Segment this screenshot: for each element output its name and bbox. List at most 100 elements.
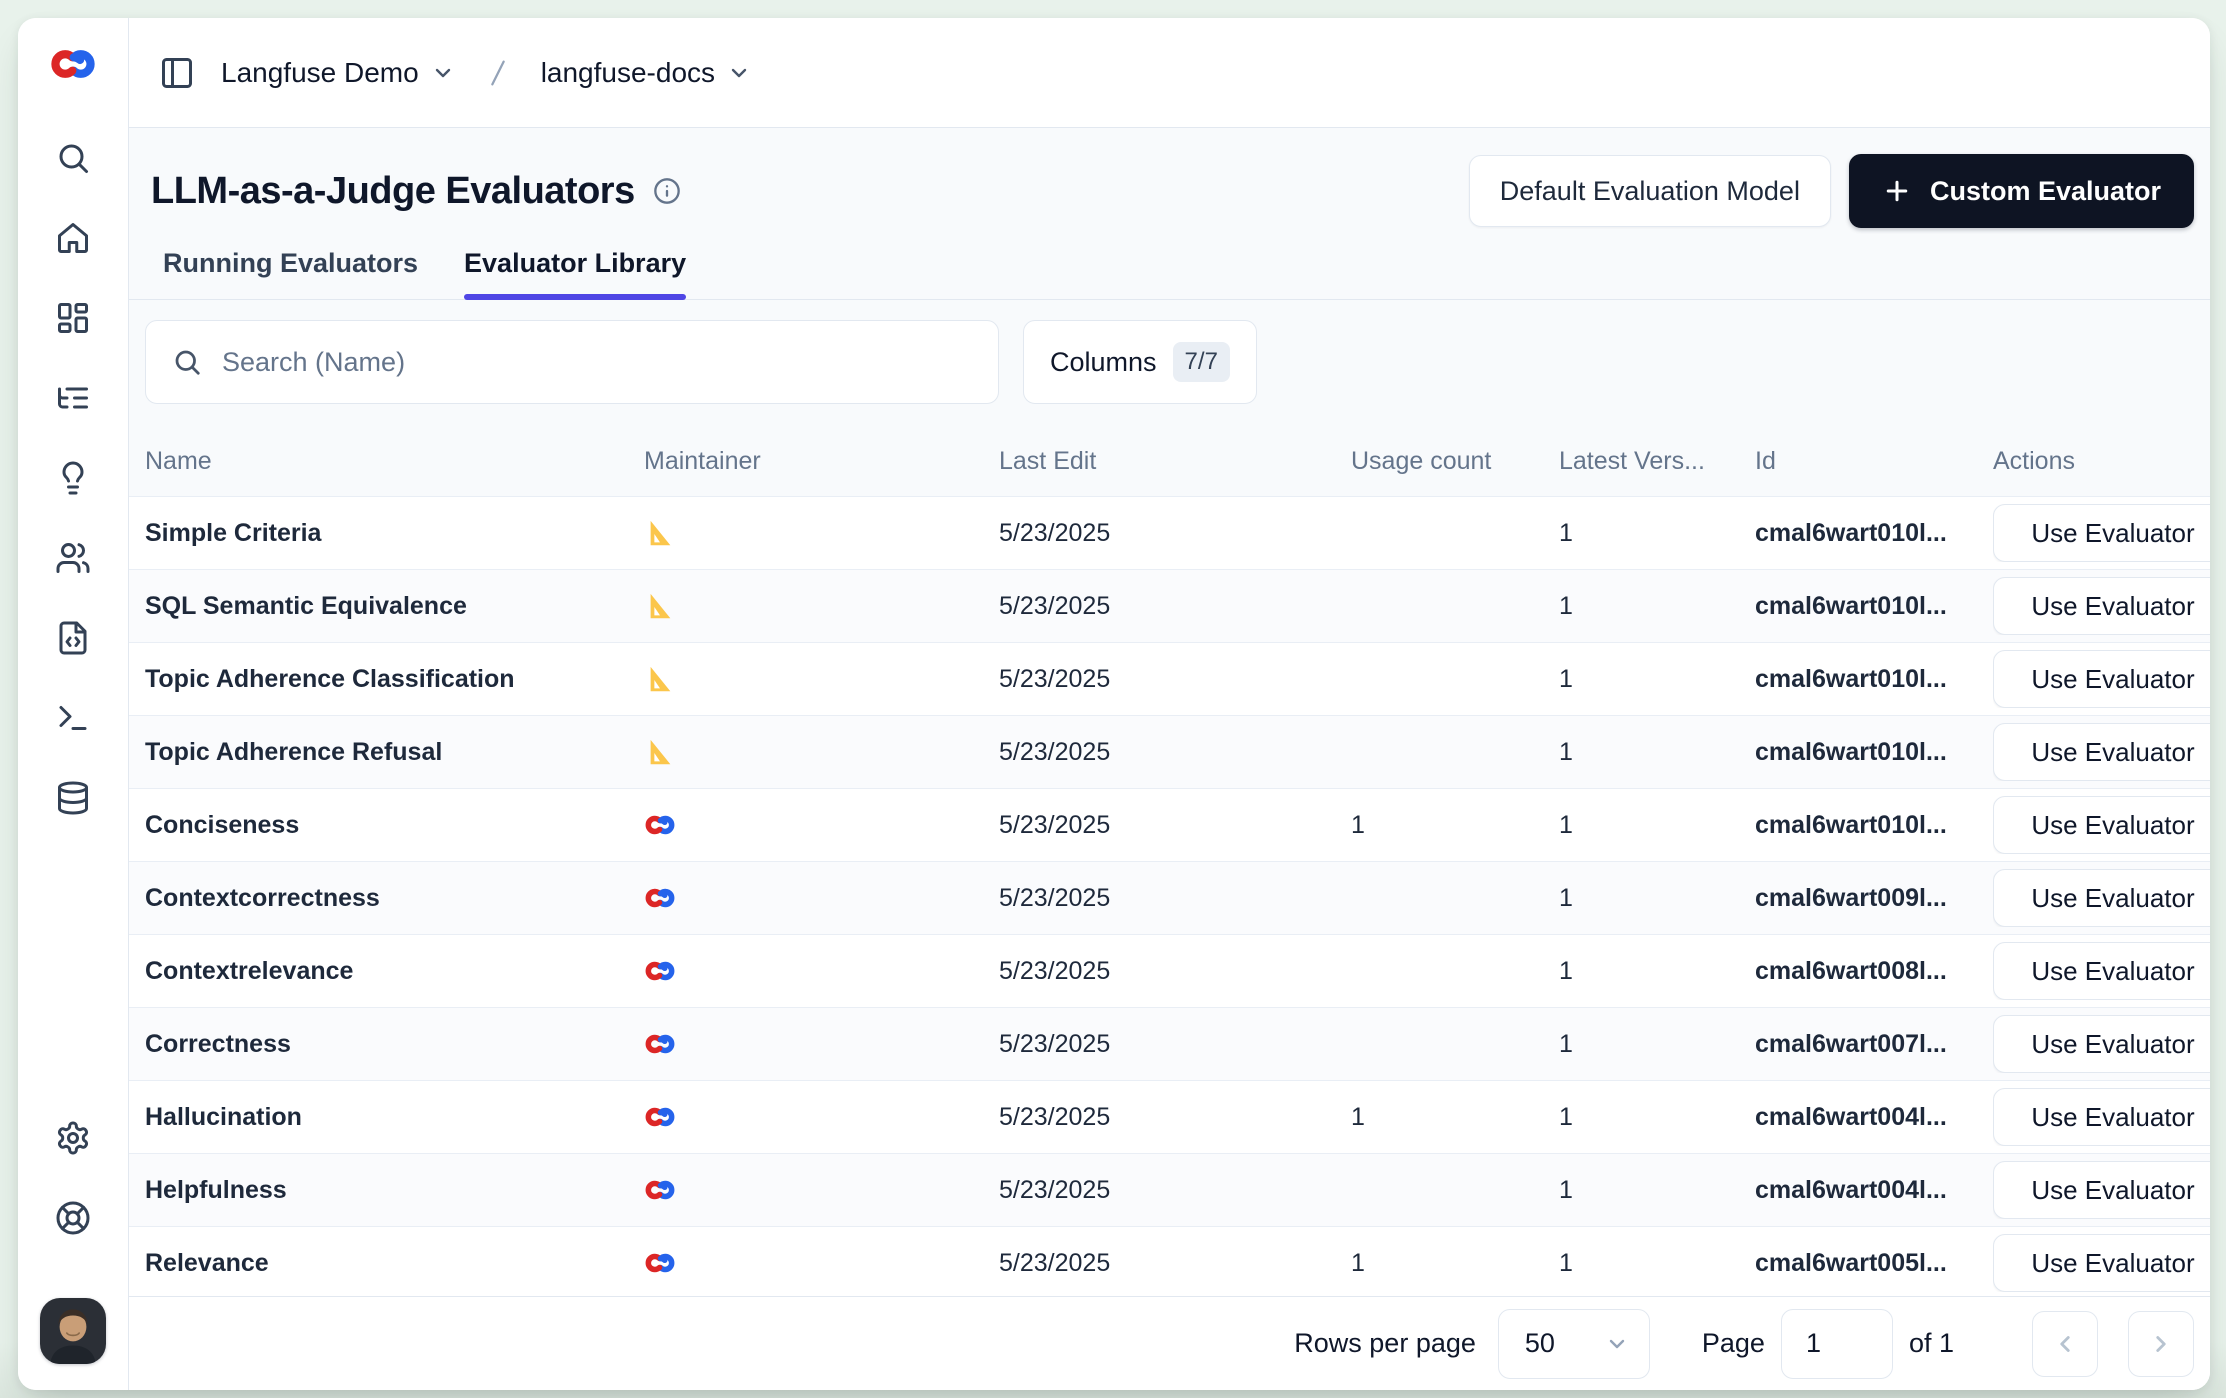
table-row[interactable]: Helpfulness 5/23/2025 1 cmal6wart004l...… [129, 1154, 2210, 1227]
use-evaluator-button[interactable]: Use Evaluator [1993, 650, 2210, 708]
use-evaluator-button[interactable]: Use Evaluator [1993, 796, 2210, 854]
cell-id: cmal6wart005l... [1755, 1249, 1993, 1278]
use-evaluator-button[interactable]: Use Evaluator [1993, 504, 2210, 562]
rows-per-page-label: Rows per page [1294, 1328, 1476, 1359]
support-lifebuoy-icon[interactable] [55, 1200, 91, 1236]
use-evaluator-button[interactable]: Use Evaluator [1993, 942, 2210, 1000]
project-switcher[interactable]: langfuse-docs [541, 57, 751, 89]
chevron-down-icon [727, 61, 751, 85]
previous-page-button[interactable] [2032, 1311, 2098, 1377]
use-evaluator-button[interactable]: Use Evaluator [1993, 1161, 2210, 1219]
cell-id: cmal6wart004l... [1755, 1176, 1993, 1205]
next-page-button[interactable] [2128, 1311, 2194, 1377]
langfuse-maintainer-icon [644, 1102, 676, 1132]
cell-latest-version: 1 [1559, 738, 1755, 767]
tracing-tree-icon[interactable] [55, 380, 91, 416]
org-switcher[interactable]: Langfuse Demo [221, 57, 455, 89]
cell-last-edit: 5/23/2025 [999, 592, 1351, 621]
table-row[interactable]: SQL Semantic Equivalence 5/23/2025 1 cma… [129, 570, 2210, 643]
settings-gear-icon[interactable] [55, 1120, 91, 1156]
user-avatar[interactable] [40, 1298, 106, 1364]
cell-id: cmal6wart010l... [1755, 519, 1993, 548]
table-row[interactable]: Hallucination 5/23/2025 1 1 cmal6wart004… [129, 1081, 2210, 1154]
chevron-down-icon [431, 61, 455, 85]
chevron-left-icon [2052, 1331, 2078, 1357]
table-row[interactable]: Topic Adherence Classification 5/23/2025… [129, 643, 2210, 716]
sidebar-nav [55, 140, 91, 816]
table-row[interactable]: Contextcorrectness 5/23/2025 1 cmal6wart… [129, 862, 2210, 935]
tab-evaluator-library[interactable]: Evaluator Library [464, 248, 686, 299]
cell-last-edit: 5/23/2025 [999, 1030, 1351, 1059]
columns-label: Columns [1050, 347, 1157, 378]
search-icon[interactable] [55, 140, 91, 176]
ragas-maintainer-icon [644, 591, 676, 621]
cell-maintainer [644, 1102, 999, 1132]
use-evaluator-button[interactable]: Use Evaluator [1993, 1015, 2210, 1073]
use-evaluator-button[interactable]: Use Evaluator [1993, 1234, 2210, 1292]
home-icon[interactable] [55, 220, 91, 256]
cell-latest-version: 1 [1559, 811, 1755, 840]
database-icon[interactable] [55, 780, 91, 816]
rows-per-page-select[interactable]: 50 [1498, 1309, 1650, 1379]
users-icon[interactable] [55, 540, 91, 576]
cell-last-edit: 5/23/2025 [999, 957, 1351, 986]
cell-latest-version: 1 [1559, 1249, 1755, 1278]
column-header-actions: Actions [1993, 447, 2210, 476]
page-content: LLM-as-a-Judge Evaluators Default Evalua… [129, 128, 2210, 1390]
langfuse-maintainer-icon [644, 810, 676, 840]
table-toolbar: Columns 7/7 [129, 300, 2210, 427]
langfuse-maintainer-icon [644, 1029, 676, 1059]
table-row[interactable]: Simple Criteria 5/23/2025 1 cmal6wart010… [129, 497, 2210, 570]
table-row[interactable]: Conciseness 5/23/2025 1 1 cmal6wart010l.… [129, 789, 2210, 862]
table-row[interactable]: Contextrelevance 5/23/2025 1 cmal6wart00… [129, 935, 2210, 1008]
langfuse-maintainer-icon [644, 1248, 676, 1278]
search-input[interactable] [220, 346, 972, 379]
page-label: Page [1702, 1328, 1765, 1359]
table-row[interactable]: Correctness 5/23/2025 1 cmal6wart007l...… [129, 1008, 2210, 1081]
plus-icon [1882, 176, 1912, 206]
breadcrumb-slash-icon [481, 56, 515, 90]
cell-latest-version: 1 [1559, 1103, 1755, 1132]
default-evaluation-model-button[interactable]: Default Evaluation Model [1469, 155, 1831, 227]
column-header-latest-version: Latest Vers... [1559, 447, 1755, 476]
table-row[interactable]: Topic Adherence Refusal 5/23/2025 1 cmal… [129, 716, 2210, 789]
dashboard-icon[interactable] [55, 300, 91, 336]
terminal-icon[interactable] [55, 700, 91, 736]
cell-name: Contextcorrectness [145, 884, 644, 913]
lightbulb-icon[interactable] [55, 460, 91, 496]
table-row[interactable]: Relevance 5/23/2025 1 1 cmal6wart005l...… [129, 1227, 2210, 1296]
cell-latest-version: 1 [1559, 519, 1755, 548]
cell-maintainer [644, 956, 999, 986]
sidebar-toggle-icon[interactable] [159, 55, 195, 91]
cell-id: cmal6wart008l... [1755, 957, 1993, 986]
cell-maintainer [644, 1175, 999, 1205]
cell-latest-version: 1 [1559, 957, 1755, 986]
custom-evaluator-label: Custom Evaluator [1930, 176, 2161, 207]
cell-id: cmal6wart010l... [1755, 811, 1993, 840]
file-code-icon[interactable] [55, 620, 91, 656]
cell-maintainer [644, 737, 999, 767]
page-header: LLM-as-a-Judge Evaluators Default Evalua… [129, 128, 2210, 228]
cell-last-edit: 5/23/2025 [999, 665, 1351, 694]
cell-last-edit: 5/23/2025 [999, 1249, 1351, 1278]
use-evaluator-button[interactable]: Use Evaluator [1993, 723, 2210, 781]
columns-count-badge: 7/7 [1173, 342, 1230, 382]
cell-id: cmal6wart010l... [1755, 665, 1993, 694]
page-number-input[interactable] [1781, 1309, 1893, 1379]
sidebar [18, 18, 129, 1390]
use-evaluator-button[interactable]: Use Evaluator [1993, 577, 2210, 635]
langfuse-logo-icon[interactable] [49, 44, 97, 84]
langfuse-maintainer-icon [644, 956, 676, 986]
ragas-maintainer-icon [644, 518, 676, 548]
topbar: Langfuse Demo langfuse-docs [129, 18, 2210, 128]
use-evaluator-button[interactable]: Use Evaluator [1993, 869, 2210, 927]
cell-id: cmal6wart010l... [1755, 592, 1993, 621]
columns-button[interactable]: Columns 7/7 [1023, 320, 1257, 404]
cell-last-edit: 5/23/2025 [999, 1103, 1351, 1132]
info-icon[interactable] [653, 177, 681, 205]
custom-evaluator-button[interactable]: Custom Evaluator [1849, 154, 2194, 228]
cell-name: Helpfulness [145, 1176, 644, 1205]
use-evaluator-button[interactable]: Use Evaluator [1993, 1088, 2210, 1146]
tab-running-evaluators[interactable]: Running Evaluators [163, 248, 418, 299]
cell-maintainer [644, 883, 999, 913]
